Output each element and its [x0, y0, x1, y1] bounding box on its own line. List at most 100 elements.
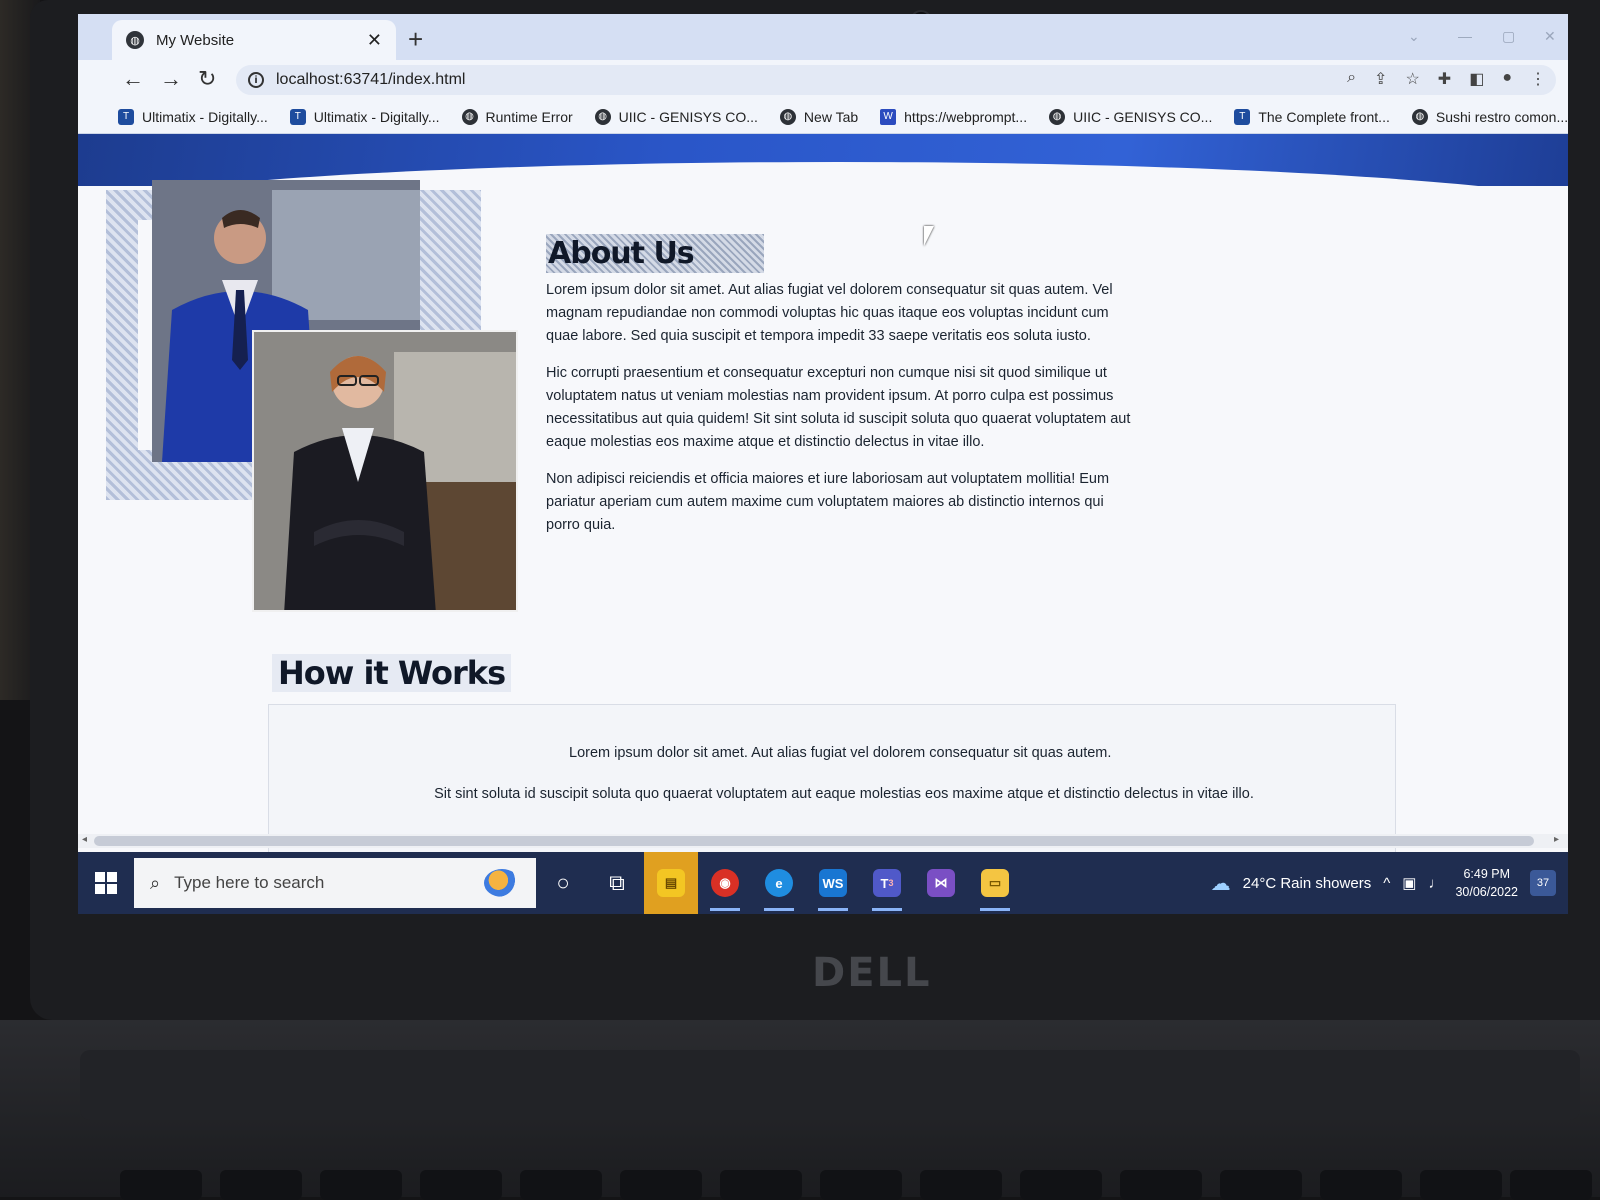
businesswoman-illustration: [254, 332, 516, 610]
about-paragraph-2: Hic corrupti praesentium et consequatur …: [546, 365, 1131, 450]
search-icon: ⌕: [150, 872, 161, 893]
system-tray: ☁ 24°C Rain showers ^ ▣ ♩ 6:49 PM 30/06/…: [1211, 865, 1568, 901]
scroll-right-icon[interactable]: ▸: [1554, 834, 1559, 845]
scrollbar-thumb[interactable]: [94, 836, 1534, 846]
bookmark-label: The Complete front...: [1258, 108, 1390, 125]
taskbar-search[interactable]: ⌕ Type here to search: [134, 858, 536, 908]
mouse-cursor-icon: [924, 226, 938, 246]
bookmark-ultimatix-2[interactable]: T Ultimatix - Digitally...: [289, 108, 440, 125]
info-icon[interactable]: i: [248, 72, 264, 88]
close-icon[interactable]: ✕: [367, 30, 382, 51]
bookmark-webprompt[interactable]: Whttps://webprompt...: [880, 108, 1028, 125]
task-view-icon[interactable]: ⧉: [590, 852, 644, 914]
screen: ◍ My Website ✕ + ⌄ — ▢ ✕ ← → ↻ i localho…: [78, 14, 1568, 914]
bookmark-new-tab[interactable]: ◍ New Tab: [779, 108, 858, 125]
globe-icon: ◍: [126, 31, 144, 49]
windows-taskbar: ⌕ Type here to search ○ ⧉ ▤ ◉ e WS T3 ⋈ …: [78, 852, 1568, 914]
profile-icon[interactable]: ●: [1502, 69, 1512, 89]
url-text[interactable]: localhost:63741/index.html: [276, 71, 465, 89]
cortana-icon[interactable]: ○: [536, 852, 590, 914]
how-it-works-line-1: Lorem ipsum dolor sit amet. Aut alias fu…: [569, 745, 1112, 761]
about-title: About Us: [546, 234, 764, 273]
clock-date: 30/06/2022: [1455, 885, 1518, 899]
sidepanel-icon[interactable]: ◧: [1469, 69, 1484, 89]
about-section: About Us Lorem ipsum dolor sit amet. Aut…: [546, 234, 1131, 551]
bookmark-label: Ultimatix - Digitally...: [313, 108, 440, 125]
extensions-icon[interactable]: ✚: [1438, 69, 1451, 89]
key: [520, 1170, 602, 1200]
search-placeholder[interactable]: Type here to search: [174, 873, 470, 893]
bookmark-label: UIIC - GENISYS CO...: [618, 108, 758, 125]
bookmark-runtime-error[interactable]: ◍ Runtime Error: [461, 108, 573, 125]
minimize-icon[interactable]: —: [1458, 28, 1472, 44]
key: [620, 1170, 702, 1200]
webstorm-icon[interactable]: WS: [806, 852, 860, 914]
bookmark-complete-front[interactable]: T The Complete front...: [1234, 108, 1390, 125]
new-tab-button[interactable]: +: [408, 24, 423, 55]
zoom-icon[interactable]: ⌕: [1347, 69, 1356, 89]
globe-icon: ◍: [779, 108, 796, 125]
hinge: [80, 1050, 1580, 1120]
star-icon[interactable]: ☆: [1405, 69, 1419, 89]
key: [720, 1170, 802, 1200]
sticky-notes-icon[interactable]: ▤: [644, 852, 698, 914]
maximize-icon[interactable]: ▢: [1502, 28, 1515, 45]
bookmark-label: Ultimatix - Digitally...: [142, 108, 268, 125]
tab-title: My Website: [156, 31, 235, 49]
chrome-icon[interactable]: ◉: [698, 852, 752, 914]
omnibox-actions: ⌕ ⇪ ☆ ✚ ◧ ● ⋮: [1347, 69, 1546, 89]
tab-strip: ◍ My Website ✕ + ⌄ — ▢ ✕: [78, 14, 1568, 60]
key: [220, 1170, 302, 1200]
key: [1420, 1170, 1502, 1200]
start-button[interactable]: [78, 852, 134, 914]
edge-icon[interactable]: e: [752, 852, 806, 914]
how-it-works-title: How it Works: [272, 654, 512, 692]
chevron-down-icon[interactable]: ⌄: [1408, 28, 1420, 45]
taskbar-clock[interactable]: 6:49 PM 30/06/2022: [1455, 865, 1518, 901]
bookmark-label: UIIC - GENISYS CO...: [1073, 108, 1213, 125]
bookmarks-bar: T Ultimatix - Digitally... T Ultimatix - D…: [78, 100, 1568, 134]
globe-icon: ◍: [594, 108, 611, 125]
key: [1020, 1170, 1102, 1200]
key: [1320, 1170, 1402, 1200]
weather-status[interactable]: 24°C Rain showers: [1243, 875, 1372, 892]
chevron-up-icon[interactable]: ^: [1383, 875, 1390, 892]
tcs-icon: T: [289, 108, 306, 125]
key: [920, 1170, 1002, 1200]
globe-icon: ◍: [461, 108, 478, 125]
browser-toolbar: ← → ↻ i localhost:63741/index.html ⌕ ⇪ ☆…: [78, 60, 1568, 100]
rain-cloud-icon[interactable]: ☁: [1211, 871, 1231, 896]
bookmark-label: Sushi restro comon...: [1435, 108, 1568, 125]
back-arrow-icon[interactable]: ←: [122, 66, 144, 92]
bookmark-label: https://webprompt...: [904, 108, 1028, 125]
how-it-works-line-2: Sit sint soluta id suscipit soluta quo q…: [434, 786, 1254, 802]
bookmark-label: Runtime Error: [485, 108, 573, 125]
tab-my-website[interactable]: ◍ My Website ✕: [112, 20, 396, 60]
forward-arrow-icon[interactable]: →: [160, 66, 182, 92]
search-highlight-icon[interactable]: [484, 869, 520, 897]
globe-icon: ◍: [1049, 108, 1066, 125]
file-explorer-icon[interactable]: ▭: [968, 852, 1022, 914]
window-close-icon[interactable]: ✕: [1544, 28, 1556, 45]
address-bar[interactable]: i localhost:63741/index.html ⌕ ⇪ ☆ ✚ ◧ ●…: [236, 65, 1556, 95]
bookmark-uiic-2[interactable]: ◍ UIIC - GENISYS CO...: [1049, 108, 1213, 125]
horizontal-scrollbar[interactable]: ◂ ▸: [78, 834, 1568, 848]
bookmark-uiic-1[interactable]: ◍ UIIC - GENISYS CO...: [594, 108, 758, 125]
microphone-icon[interactable]: ♩: [1428, 875, 1443, 892]
share-icon[interactable]: ⇪: [1374, 69, 1387, 89]
reload-icon[interactable]: ↻: [198, 66, 216, 92]
about-paragraph-1: Lorem ipsum dolor sit amet. Aut alias fu…: [546, 282, 1113, 344]
key: [420, 1170, 502, 1200]
teams-icon[interactable]: T3: [860, 852, 914, 914]
bookmark-sushi[interactable]: ◍ Sushi restro comon...: [1411, 108, 1568, 125]
notification-icon[interactable]: 37: [1530, 870, 1556, 896]
key: [1120, 1170, 1202, 1200]
scroll-left-icon[interactable]: ◂: [82, 834, 87, 845]
dell-logo: DELL: [812, 950, 932, 996]
globe-icon: ◍: [1411, 108, 1428, 125]
key: [1220, 1170, 1302, 1200]
bookmark-ultimatix-1[interactable]: T Ultimatix - Digitally...: [118, 108, 268, 125]
menu-icon[interactable]: ⋮: [1530, 69, 1546, 89]
network-icon[interactable]: ▣: [1402, 874, 1416, 892]
visual-studio-icon[interactable]: ⋈: [914, 852, 968, 914]
